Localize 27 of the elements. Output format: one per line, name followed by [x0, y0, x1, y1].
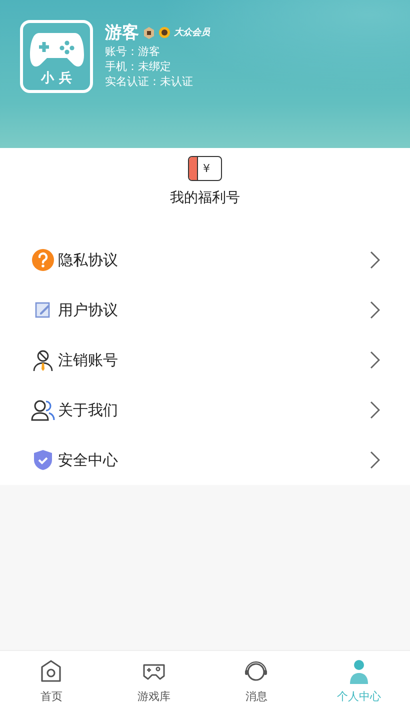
user-name: 游客: [105, 22, 139, 44]
chevron-right-icon: [370, 401, 380, 419]
chevron-right-icon: [370, 301, 380, 319]
person-icon: [31, 348, 55, 372]
nav-tab[interactable]: 首页: [0, 651, 102, 710]
account-info: 账号：游客: [105, 44, 161, 59]
level-icon: [143, 26, 155, 38]
member-label: 大众会员: [174, 26, 210, 39]
question-icon: [31, 248, 55, 272]
welfare-label[interactable]: 我的福利号: [170, 189, 240, 207]
menu-item[interactable]: 隐私协议: [0, 235, 410, 285]
chevron-right-icon: [370, 251, 380, 269]
nav-tab[interactable]: 游戏库: [102, 651, 205, 710]
member-icon: [159, 27, 170, 38]
account-info: 实名认证：未认证: [105, 74, 194, 89]
shield-icon: [31, 448, 55, 472]
menu-item[interactable]: 用户协议: [0, 285, 410, 335]
avatar-label: 小 兵: [41, 70, 72, 87]
nav-tab[interactable]: 消息: [205, 651, 308, 710]
chevron-right-icon: [370, 351, 380, 369]
users-icon: [31, 398, 55, 422]
ticket-icon[interactable]: ¥: [188, 156, 222, 181]
chevron-right-icon: [370, 451, 380, 469]
menu-item[interactable]: 关于我们: [0, 385, 410, 435]
account-info: 手机：未绑定: [105, 59, 172, 74]
menu-item[interactable]: 注销账号: [0, 335, 410, 385]
menu-item[interactable]: 安全中心: [0, 435, 410, 485]
